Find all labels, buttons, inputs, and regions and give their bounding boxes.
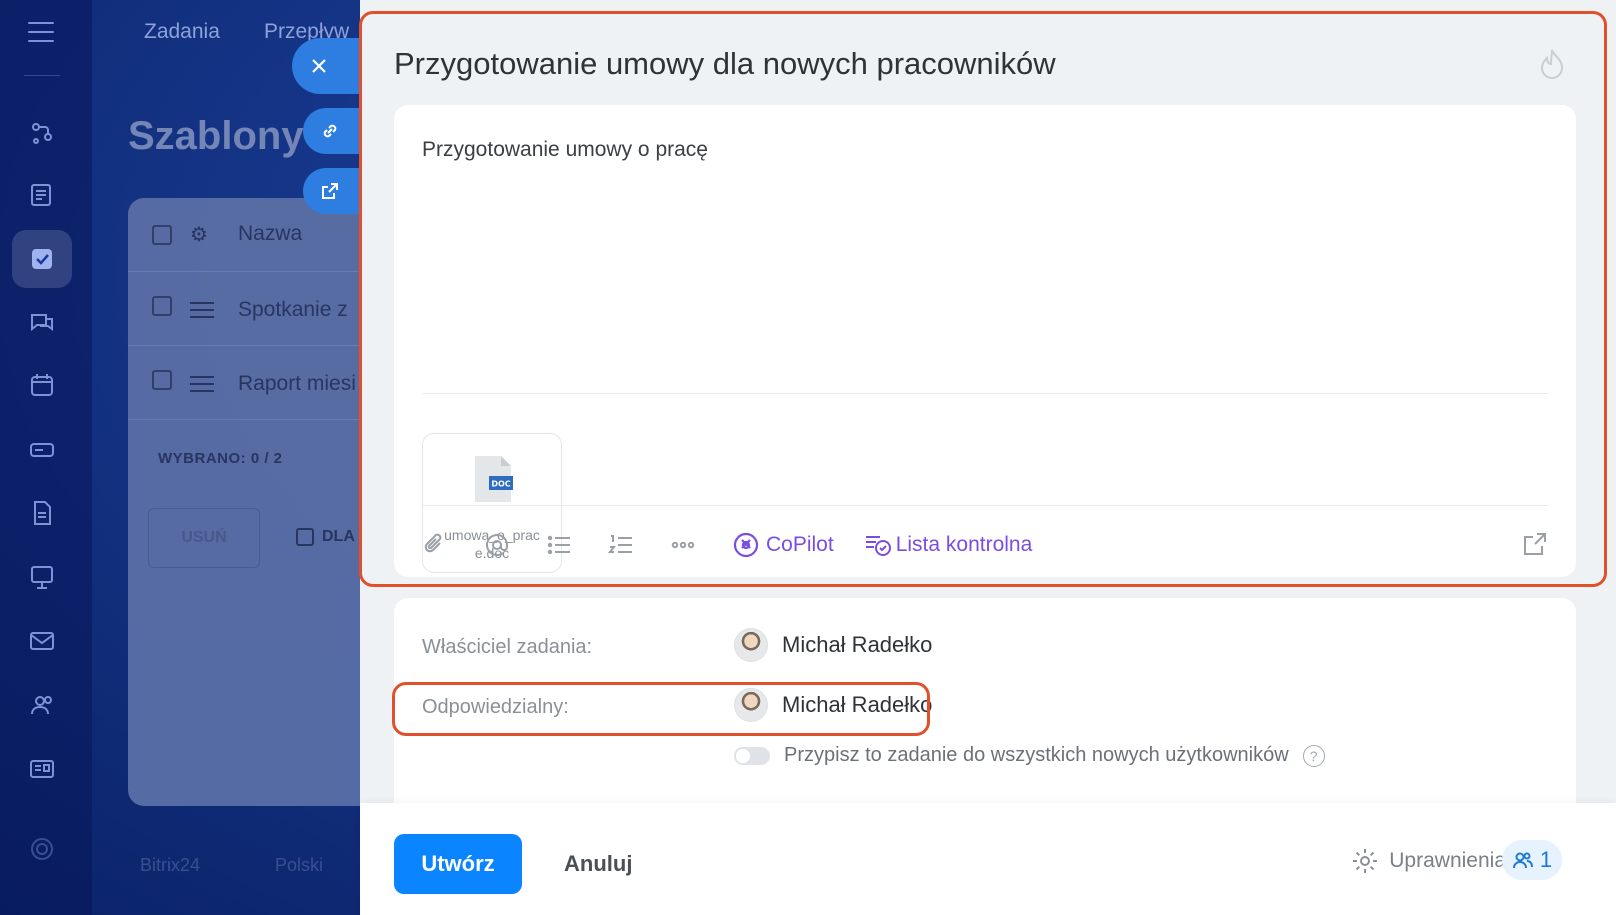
gear-icon <box>31 838 53 860</box>
for-all-checkbox[interactable]: DLA <box>296 528 355 546</box>
task-check-icon <box>32 249 52 269</box>
doc-badge-text: DOC <box>491 480 510 489</box>
id-card-icon <box>30 760 54 778</box>
responsible-label: Odpowiedzialny: <box>422 696 569 718</box>
paperclip-icon <box>424 533 442 553</box>
assign-all-label: Przypisz to zadanie do wszystkich nowych… <box>784 744 1289 766</box>
more-options-button[interactable] <box>670 532 696 558</box>
rail-item-settings[interactable] <box>12 820 72 878</box>
footer-language[interactable]: Polski <box>275 855 323 876</box>
mail-icon <box>30 632 54 650</box>
checklist-icon <box>865 536 891 556</box>
rail-divider <box>24 75 60 76</box>
row-name[interactable]: Raport miesi <box>238 372 356 396</box>
calendar-icon <box>31 374 53 396</box>
row-name[interactable]: Spotkanie z <box>238 298 348 322</box>
row-menu-icon[interactable] <box>190 376 214 397</box>
gear-icon <box>1353 849 1378 873</box>
users-icon <box>1512 852 1533 869</box>
expand-editor-icon[interactable] <box>1522 531 1548 557</box>
assign-all-row: Przypisz to zadanie do wszystkich nowych… <box>734 744 1325 767</box>
avatar <box>734 628 768 662</box>
rail-item-employees[interactable] <box>12 676 72 734</box>
toolbar-divider <box>422 505 1548 506</box>
rail-item-calendar[interactable] <box>12 356 72 414</box>
document-icon <box>34 501 51 525</box>
numbered-list-button[interactable] <box>608 532 634 558</box>
avatar <box>734 688 768 722</box>
mention-button[interactable] <box>484 532 510 558</box>
help-icon[interactable]: ? <box>1302 744 1325 767</box>
row-checkbox[interactable] <box>152 296 172 316</box>
numbered-list-icon <box>608 535 632 553</box>
more-dots-icon <box>671 541 695 549</box>
rail-item-feed[interactable] <box>12 166 72 224</box>
rail-item-drive[interactable] <box>12 420 72 478</box>
rail-item-cards[interactable] <box>12 740 72 798</box>
permissions-count-badge[interactable]: 1 <box>1502 840 1562 880</box>
doc-file-icon: DOC <box>475 456 513 502</box>
task-fields-card: Właściciel zadania: Michał Radełko Odpow… <box>394 598 1576 818</box>
rail-item-tasks[interactable] <box>12 230 72 288</box>
flame-icon[interactable] <box>1538 48 1566 80</box>
attach-file-button[interactable] <box>422 532 448 558</box>
responsible-selector[interactable]: Michał Radełko <box>734 688 932 722</box>
footer-brand[interactable]: Bitrix24 <box>140 855 200 876</box>
delete-button[interactable]: USUŃ <box>148 508 260 568</box>
permissions-count: 1 <box>1539 847 1553 872</box>
bulleted-list-button[interactable] <box>546 532 572 558</box>
checklist-label: Lista kontrolna <box>895 533 1033 556</box>
rail-item-chat[interactable] <box>12 294 72 352</box>
bullet-list-icon <box>547 535 570 555</box>
hamburger-menu-icon[interactable] <box>28 22 54 42</box>
owner-selector[interactable]: Michał Radełko <box>734 628 932 662</box>
close-icon <box>312 59 326 73</box>
create-button[interactable]: Utwórz <box>394 834 522 894</box>
selected-count: WYBRANO: 0 / 2 <box>158 450 283 467</box>
grid-settings-gear-icon[interactable]: ⚙ <box>190 222 208 247</box>
left-rail <box>0 0 92 915</box>
users-icon <box>31 696 52 715</box>
editor-toolbar: CoPilot Lista kontrolna <box>422 515 1548 575</box>
column-header-name[interactable]: Nazwa <box>238 222 302 246</box>
news-feed-icon <box>31 184 51 206</box>
copilot-icon <box>733 532 759 558</box>
permissions-label: Uprawnienia <box>1389 849 1506 872</box>
cancel-button[interactable]: Anuluj <box>564 851 632 877</box>
owner-name[interactable]: Michał Radełko <box>782 632 932 658</box>
checklist-button[interactable]: Lista kontrolna <box>864 532 1033 558</box>
responsible-name[interactable]: Michał Radełko <box>782 692 932 718</box>
chat-icon <box>31 314 53 332</box>
nav-link-tasks[interactable]: Zadania <box>144 20 220 44</box>
copilot-button[interactable]: CoPilot <box>732 531 834 559</box>
permissions-button[interactable]: Uprawnienia <box>1351 847 1506 875</box>
row-menu-icon[interactable] <box>190 302 214 323</box>
rail-item-documents[interactable] <box>12 484 72 542</box>
rail-item-boards[interactable] <box>12 548 72 606</box>
description-editor[interactable]: Przygotowanie umowy o pracę DOC umowa_o_… <box>394 105 1576 577</box>
presentation-icon <box>31 566 53 589</box>
external-link-icon <box>322 183 338 199</box>
rail-item-mail[interactable] <box>12 612 72 670</box>
for-all-label: DLA <box>322 528 355 545</box>
description-text[interactable]: Przygotowanie umowy o pracę <box>422 138 708 162</box>
link-icon <box>323 124 337 138</box>
copilot-label: CoPilot <box>766 533 834 556</box>
rail-item-flows[interactable] <box>12 104 72 162</box>
row-checkbox[interactable] <box>152 370 172 390</box>
task-template-slider: Przygotowanie umowy dla nowych pracownik… <box>360 0 1616 915</box>
flow-icon <box>32 123 52 144</box>
owner-label: Właściciel zadania: <box>422 636 593 658</box>
editor-divider <box>422 393 1548 394</box>
drive-icon <box>30 443 54 457</box>
task-title[interactable]: Przygotowanie umowy dla nowych pracownik… <box>394 46 1056 82</box>
at-sign-icon <box>486 534 508 556</box>
slider-footer: Utwórz Anuluj Uprawnienia 1 <box>360 803 1616 915</box>
assign-all-toggle[interactable] <box>734 746 770 765</box>
select-all-checkbox[interactable] <box>152 225 172 245</box>
